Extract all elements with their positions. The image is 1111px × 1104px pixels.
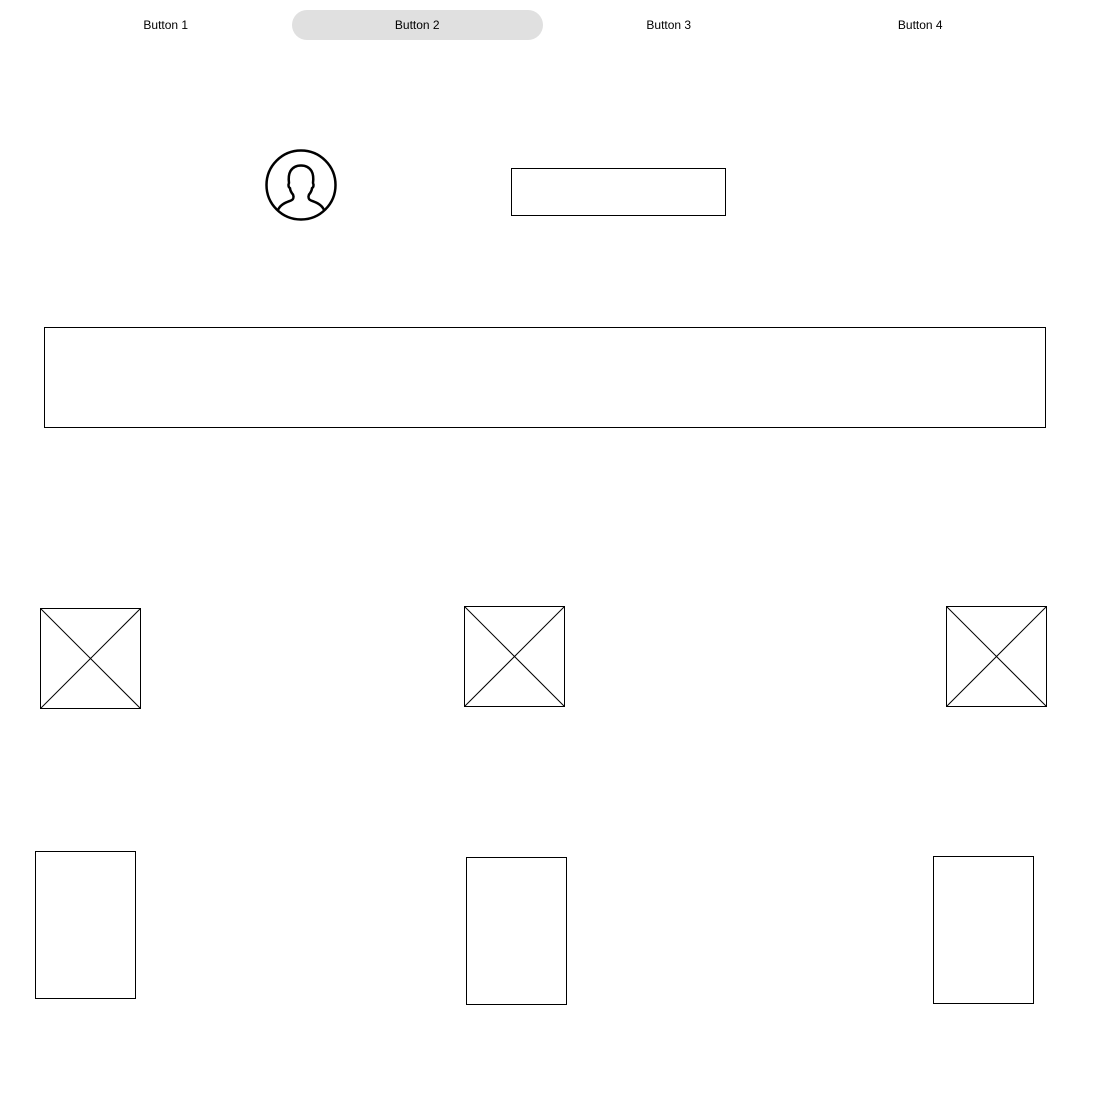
user-silhouette-icon: [265, 149, 337, 221]
card-right[interactable]: [933, 856, 1034, 1004]
image-placeholder-icon: [946, 606, 1047, 707]
image-placeholder-icon: [40, 608, 141, 709]
top-nav: Button 1 Button 2 Button 3 Button 4: [40, 10, 1046, 40]
nav-button-3[interactable]: Button 3: [543, 10, 795, 40]
name-input[interactable]: [511, 168, 726, 216]
description-textarea[interactable]: [44, 327, 1046, 428]
card-left[interactable]: [35, 851, 136, 999]
image-placeholder-left: [40, 608, 141, 709]
avatar[interactable]: [264, 148, 338, 222]
card-center[interactable]: [466, 857, 567, 1005]
nav-button-1[interactable]: Button 1: [40, 10, 292, 40]
image-placeholder-icon: [464, 606, 565, 707]
nav-button-4[interactable]: Button 4: [795, 10, 1047, 40]
image-placeholder-center: [464, 606, 565, 707]
image-placeholder-right: [946, 606, 1047, 707]
nav-button-2[interactable]: Button 2: [291, 10, 543, 40]
